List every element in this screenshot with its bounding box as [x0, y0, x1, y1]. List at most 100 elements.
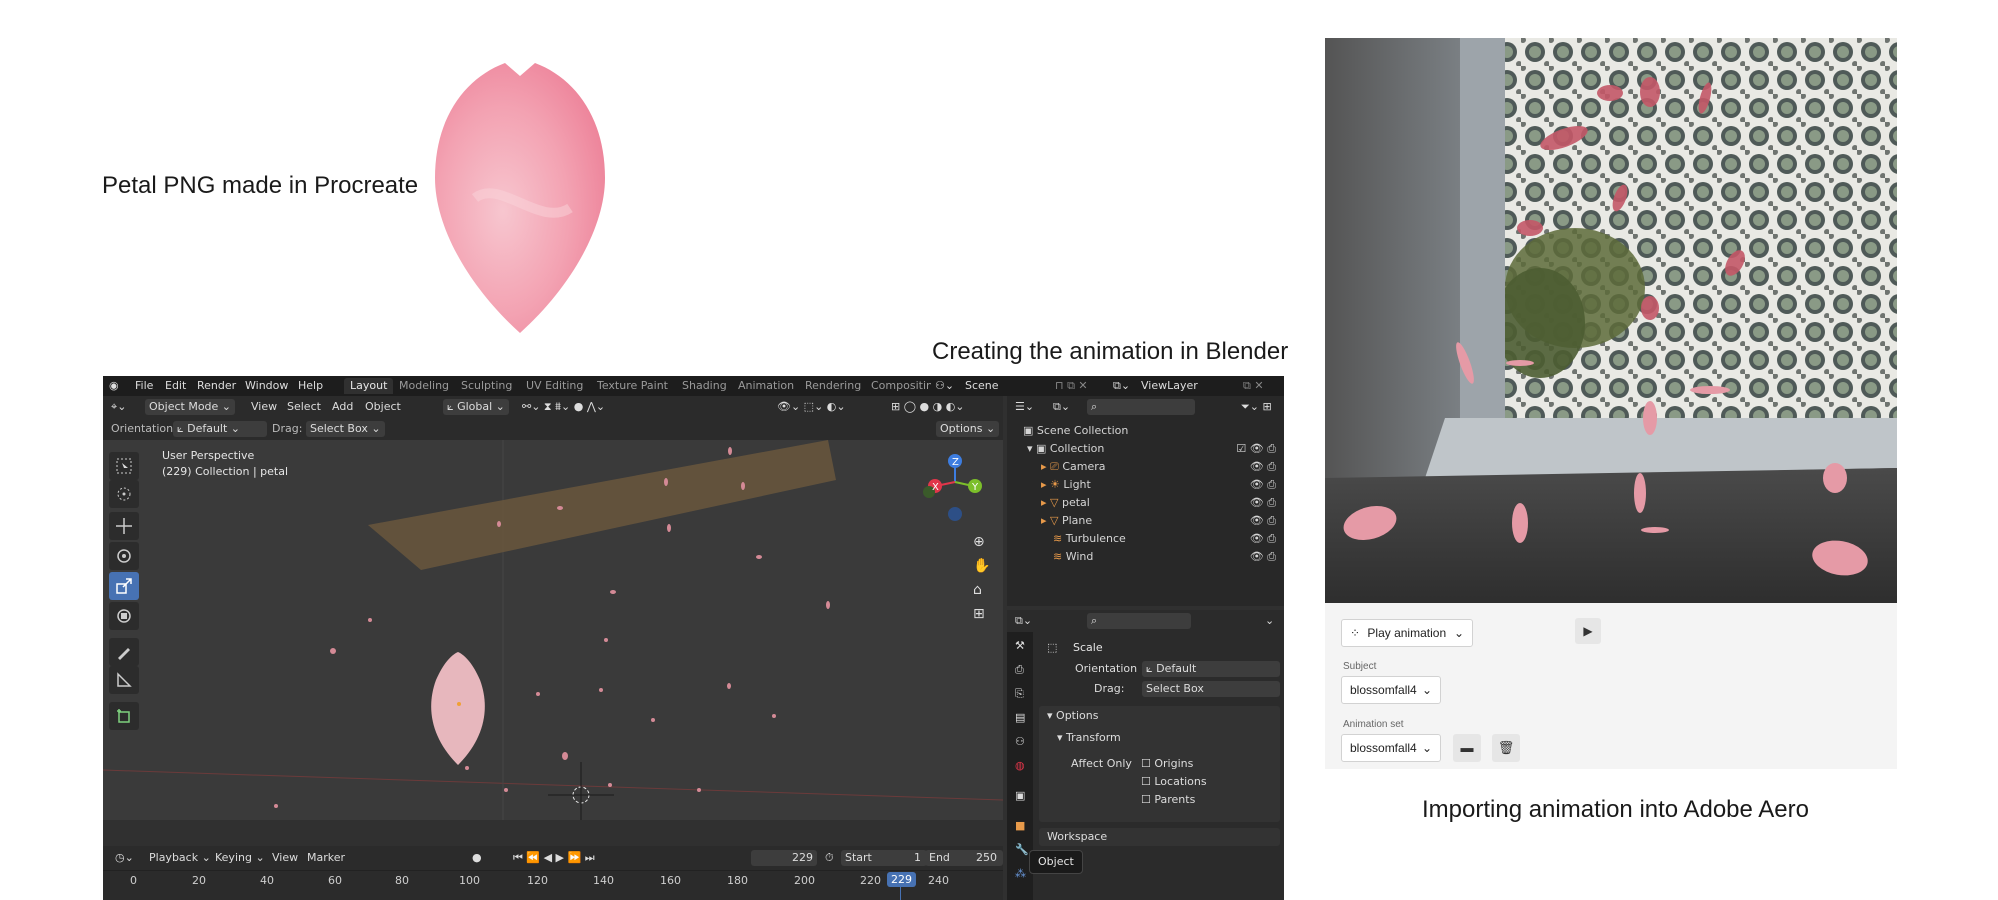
render-tab-icon[interactable]: ⎙ [1011, 662, 1028, 678]
rotate-tool[interactable] [109, 542, 139, 570]
outliner-row-camera[interactable]: ▸ ⎚ Camera 👁 ⎙ [1007, 458, 1284, 476]
shading-mode-icons[interactable]: ⊞ ◯ ● ◑ ◐⌄ [887, 399, 969, 415]
pan-hand-icon[interactable]: ✋ [969, 558, 994, 574]
properties-options-icon[interactable]: ⌄ [1261, 613, 1278, 629]
collection-visibility-icons[interactable]: ☑ 👁 ⎙ [1236, 440, 1276, 458]
tab-modeling[interactable]: Modeling [393, 378, 455, 394]
menu-edit[interactable]: Edit [165, 379, 186, 392]
3d-viewport[interactable]: ⌖⌄ Object Mode ⌄ View Select Add Object … [103, 396, 1003, 820]
turbulence-visibility-icons[interactable]: 👁 ⎙ [1250, 530, 1276, 548]
camera-view-icon[interactable]: ⌂ [969, 582, 986, 598]
view-layer-buttons[interactable]: ⧉ ✕ [1243, 379, 1264, 393]
move-tool[interactable] [109, 512, 139, 540]
scale-tool[interactable] [109, 572, 139, 600]
particles-tab-icon[interactable]: ⁂ [1011, 866, 1030, 882]
menu-render[interactable]: Render [197, 379, 236, 392]
props-drag-dropdown[interactable]: Select Box [1142, 681, 1280, 697]
menu-help[interactable]: Help [298, 379, 323, 392]
stopwatch-icon[interactable]: ⏱ [821, 850, 838, 866]
pivot-snap-icons[interactable]: ⚯⌄ ⧗ ⩩⌄ ● ⋀⌄ [518, 399, 609, 415]
measure-tool[interactable] [109, 666, 139, 694]
cursor-tool[interactable] [109, 480, 139, 508]
transform-subpanel-header[interactable]: ▾ Transform [1053, 730, 1125, 746]
play-animation-dropdown[interactable]: ⁘ Play animation ⌄ [1341, 619, 1473, 647]
properties-editor-icon[interactable]: ⧉⌄ [1011, 613, 1036, 629]
folder-button[interactable]: ▬ [1453, 734, 1481, 762]
pin-icon[interactable]: ⊓ ⧉ ✕ [1055, 379, 1088, 393]
filter-icon[interactable]: ⏷⌄ ⊞ [1237, 399, 1276, 415]
tab-compositing[interactable]: Compositin [865, 378, 931, 394]
tool-tab-icon[interactable]: ⚒ [1011, 638, 1029, 654]
outliner-row-petal[interactable]: ▸ ▽ petal 👁 ⎙ [1007, 494, 1284, 512]
menu-window[interactable]: Window [245, 379, 288, 392]
play-preview-button[interactable]: ▶ [1575, 618, 1601, 644]
animation-set-dropdown[interactable]: blossomfall4 ⌄ [1341, 734, 1441, 762]
outliner-row-plane[interactable]: ▸ ▽ Plane 👁 ⎙ [1007, 512, 1284, 530]
tab-texture-paint[interactable]: Texture Paint [591, 378, 674, 394]
playhead[interactable]: 229 [887, 872, 916, 887]
wind-visibility-icons[interactable]: 👁 ⎙ [1250, 548, 1276, 566]
select-box-tool[interactable] [109, 452, 139, 480]
mode-dropdown[interactable]: Object Mode ⌄ [145, 399, 236, 415]
tab-animation[interactable]: Animation [732, 378, 800, 394]
blender-logo-icon[interactable]: ◉ [109, 379, 119, 392]
aero-ar-scene[interactable] [1325, 38, 1897, 603]
checkbox-origins[interactable]: ☐ Origins [1137, 756, 1197, 772]
scene-name[interactable]: Scene [965, 379, 999, 392]
transform-tool[interactable] [109, 602, 139, 630]
scene-tab-icon[interactable]: ⚇ [1011, 734, 1029, 750]
world-tab-icon[interactable]: ◍ [1011, 758, 1029, 774]
checkbox-parents[interactable]: ☐ Parents [1137, 792, 1199, 808]
keying-menu[interactable]: Keying ⌄ [211, 850, 269, 866]
props-orientation-dropdown[interactable]: ⟀ Default [1142, 661, 1280, 677]
playback-controls[interactable]: ⏮ ⏪ ◀ ▶ ⏩ ⏭ [509, 850, 599, 866]
zoom-icon[interactable]: ⊕ [969, 534, 989, 550]
options-dropdown[interactable]: Options ⌄ [936, 421, 1000, 437]
tab-sculpting[interactable]: Sculpting [455, 378, 518, 394]
collection-tab-icon[interactable]: ▣ [1011, 788, 1029, 804]
transform-orientation-dropdown[interactable]: ⟀ Global ⌄ [443, 399, 509, 415]
view-layer-name[interactable]: ViewLayer [1141, 379, 1198, 392]
end-frame-field[interactable]: End 250 [925, 850, 1003, 866]
record-icon[interactable]: ● [468, 850, 486, 866]
navigation-gizmo[interactable]: Z X Y [921, 452, 991, 532]
plane-visibility-icons[interactable]: 👁 ⎙ [1250, 512, 1276, 530]
current-frame-field[interactable]: 229 [751, 850, 817, 866]
playback-menu[interactable]: Playback ⌄ [145, 850, 215, 866]
annotate-tool[interactable] [109, 638, 139, 666]
outliner-row-light[interactable]: ▸ ☀ Light 👁 ⎙ [1007, 476, 1284, 494]
drag-dropdown[interactable]: Select Box ⌄ [306, 421, 385, 437]
visibility-icons[interactable]: 👁⌄ ⬚⌄ ◐⌄ [773, 399, 850, 415]
camera-visibility-icons[interactable]: 👁 ⎙ [1250, 458, 1276, 476]
options-panel-header[interactable]: ▾ Options [1043, 708, 1102, 724]
output-tab-icon[interactable]: ⎘ [1011, 686, 1028, 702]
view-layer-tab-icon[interactable]: ▤ [1011, 710, 1029, 726]
object-menu[interactable]: Object [361, 399, 405, 415]
marker-menu[interactable]: Marker [303, 850, 349, 866]
menu-file[interactable]: File [135, 379, 153, 392]
scene-icon[interactable]: ⚇⌄ [935, 379, 954, 392]
orientation-dropdown[interactable]: ⟀ Default ⌄ [173, 421, 267, 437]
timeline-editor-icon[interactable]: ◷⌄ [111, 850, 138, 866]
tab-uv-editing[interactable]: UV Editing [520, 378, 589, 394]
select-menu[interactable]: Select [283, 399, 325, 415]
object-tab-icon[interactable]: ■ [1011, 818, 1029, 834]
outliner-row-collection[interactable]: ▾ ▣ Collection ☑ 👁 ⎙ [1007, 440, 1284, 458]
delete-button[interactable]: 🗑 [1492, 734, 1520, 762]
display-mode-icon[interactable]: ⧉⌄ [1049, 399, 1074, 415]
tab-rendering[interactable]: Rendering [799, 378, 867, 394]
view-layer-icon[interactable]: ⧉⌄ [1113, 379, 1130, 393]
tab-shading[interactable]: Shading [676, 378, 733, 394]
outliner-row-scene-collection[interactable]: ▣ Scene Collection [1007, 422, 1284, 440]
checkbox-locations[interactable]: ☐ Locations [1137, 774, 1211, 790]
editor-type-icon[interactable]: ⌖⌄ [107, 399, 130, 415]
petal-visibility-icons[interactable]: 👁 ⎙ [1250, 494, 1276, 512]
outliner-editor-icon[interactable]: ☰⌄ [1011, 399, 1038, 415]
workspace-panel[interactable]: Workspace [1039, 828, 1280, 846]
tab-layout[interactable]: Layout [344, 378, 394, 394]
start-frame-field[interactable]: Start 1 [841, 850, 927, 866]
outliner-search[interactable]: ⌕ [1087, 399, 1195, 415]
grid-view-icon[interactable]: ⊞ [969, 606, 989, 622]
subject-dropdown[interactable]: blossomfall4 ⌄ [1341, 676, 1441, 704]
outliner-row-turbulence[interactable]: ≋ Turbulence 👁 ⎙ [1007, 530, 1284, 548]
